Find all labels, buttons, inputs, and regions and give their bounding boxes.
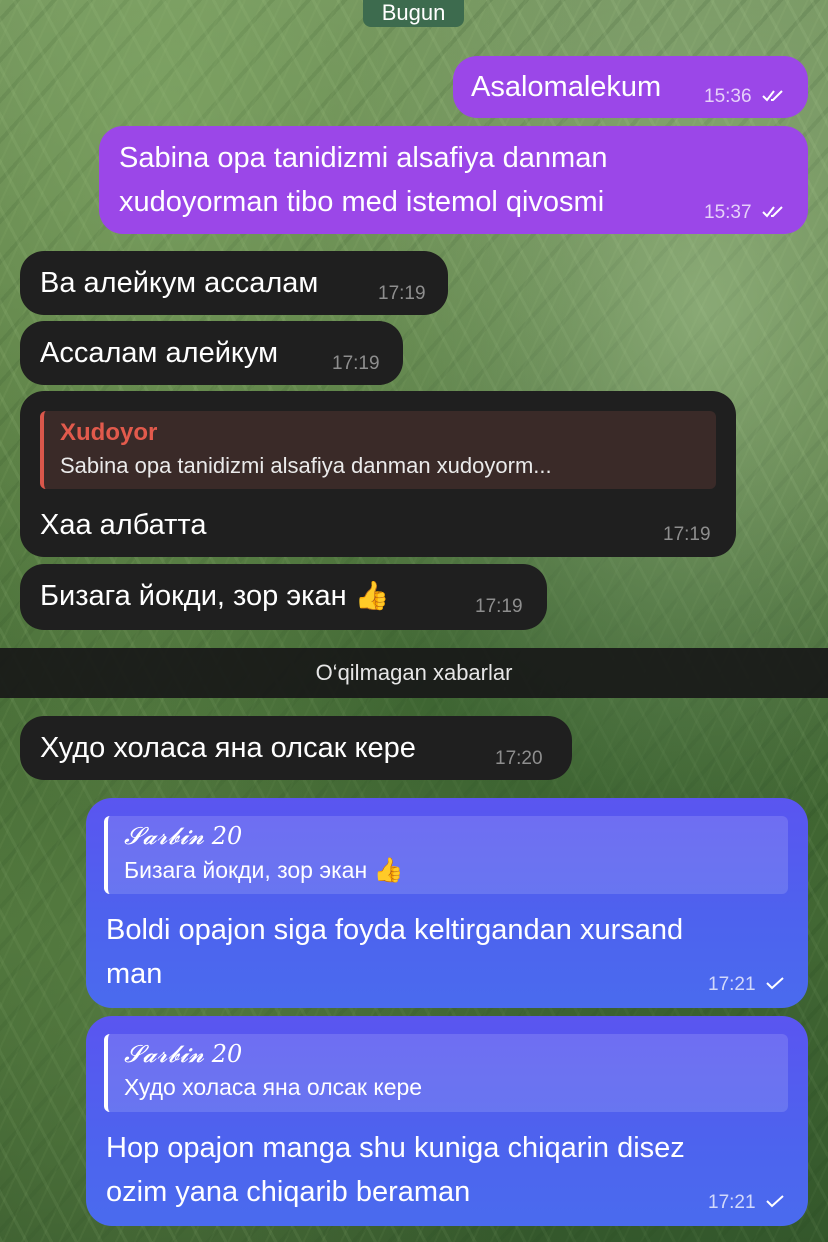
reply-preview[interactable]: Xudoyor Sabina opa tanidizmi alsafiya da…	[40, 411, 716, 489]
reply-text-wrap: Бизага йокди, зор экан 👍	[124, 856, 403, 885]
message-text: Asalomalekum	[471, 71, 662, 103]
reply-preview[interactable]: 𝓢𝓪𝓻𝓫𝓲𝓷 20 Бизага йокди, зор экан 👍	[104, 816, 788, 894]
message-text-line: ozim yana chiqarib beraman	[106, 1176, 471, 1208]
check-icon	[766, 977, 784, 990]
message-bubble-incoming[interactable]: Ва алейкум ассалам 17:19	[20, 251, 448, 315]
message-text-line: Sabina opa tanidizmi alsafiya danman	[119, 142, 608, 174]
message-time: 17:21	[708, 974, 785, 996]
reply-text: Бизага йокди, зор экан	[124, 857, 368, 883]
thumbs-up-icon: 👍	[354, 580, 390, 611]
thumbs-up-icon: 👍	[373, 857, 404, 884]
message-bubble-incoming-reply[interactable]: Xudoyor Sabina opa tanidizmi alsafiya da…	[20, 391, 736, 557]
time-label: 17:21	[708, 974, 756, 995]
unread-messages-divider: O‘qilmagan xabarlar	[0, 648, 828, 698]
message-time: 17:19	[475, 596, 523, 617]
reply-author: 𝓢𝓪𝓻𝓫𝓲𝓷 20	[124, 1040, 243, 1068]
check-icon	[766, 1195, 784, 1208]
message-time: 17:19	[332, 353, 380, 374]
message-bubble-outgoing-reply[interactable]: 𝓢𝓪𝓻𝓫𝓲𝓷 20 Худо холаса яна олсак кере Hop…	[86, 1016, 808, 1226]
message-time: 15:36	[704, 86, 789, 108]
date-divider: Bugun	[363, 0, 464, 27]
reply-author: 𝓢𝓪𝓻𝓫𝓲𝓷 20	[124, 822, 243, 850]
reply-text: Худо холаса яна олсак кере	[124, 1074, 423, 1100]
time-label: 17:21	[708, 1192, 756, 1213]
message-text: Бизага йокди, зор экан 👍	[40, 574, 390, 618]
double-check-icon	[762, 206, 783, 218]
reply-preview[interactable]: 𝓢𝓪𝓻𝓫𝓲𝓷 20 Худо холаса яна олсак кере	[104, 1034, 788, 1112]
message-text-line: man	[106, 958, 163, 990]
message-text-content: Бизага йокди, зор экан	[40, 580, 347, 612]
message-time: 17:19	[663, 524, 711, 545]
time-label: 15:37	[704, 202, 752, 223]
message-text: Ва алейкум ассалам	[40, 267, 319, 299]
message-time: 17:20	[495, 748, 543, 769]
double-check-icon	[762, 90, 783, 102]
time-label: 15:36	[704, 86, 752, 107]
reply-author: Xudoyor	[60, 419, 158, 446]
message-text: Худо холаса яна олсак кере	[40, 732, 416, 764]
message-text: Ассалам алейкум	[40, 337, 279, 369]
message-bubble-outgoing-reply[interactable]: 𝓢𝓪𝓻𝓫𝓲𝓷 20 Бизага йокди, зор экан 👍 Boldi…	[86, 798, 808, 1008]
message-bubble-outgoing[interactable]: Sabina opa tanidizmi alsafiya danman xud…	[99, 126, 808, 234]
message-text-line: xudoyorman tibo med istemol qivosmi	[119, 186, 605, 218]
message-bubble-incoming[interactable]: Бизага йокди, зор экан 👍 17:19	[20, 564, 547, 630]
message-bubble-incoming[interactable]: Ассалам алейкум 17:19	[20, 321, 403, 385]
message-text: Хаа албатта	[40, 509, 207, 541]
message-time: 17:21	[708, 1192, 785, 1214]
message-bubble-outgoing[interactable]: Asalomalekum 15:36	[453, 56, 808, 118]
message-text-line: Boldi opajon siga foyda keltirgandan xur…	[106, 914, 684, 946]
message-time: 15:37	[704, 202, 789, 224]
message-text-line: Hop opajon manga shu kuniga chiqarin dis…	[106, 1132, 685, 1164]
message-time: 17:19	[378, 283, 426, 304]
message-bubble-incoming[interactable]: Худо холаса яна олсак кере 17:20	[20, 716, 572, 780]
reply-text: Sabina opa tanidizmi alsafiya danman xud…	[60, 453, 552, 478]
